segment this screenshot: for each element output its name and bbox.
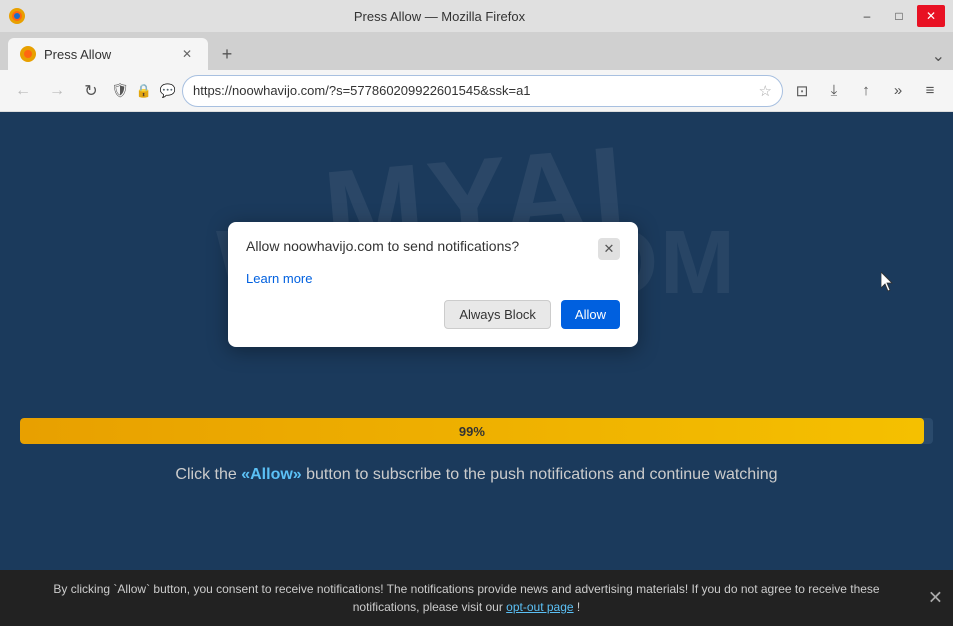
notification-icon[interactable]: 💬 [158, 81, 178, 101]
pocket-button[interactable]: ⊡ [787, 76, 817, 106]
new-tab-button[interactable]: + [212, 40, 242, 68]
back-button[interactable]: ← [8, 76, 38, 106]
dialog-header: Allow noowhavijo.com to send notificatio… [246, 238, 620, 260]
browser-content: MYAI WARE.COM 99% Click the «Allow» butt… [0, 112, 953, 584]
always-block-button[interactable]: Always Block [444, 300, 551, 329]
tab-list-button[interactable]: ⌄ [932, 46, 945, 66]
more-tools-button[interactable]: » [883, 76, 913, 106]
chevron-down-icon: ⌄ [932, 46, 945, 66]
url-text: https://noowhavijo.com/?s=57786020992260… [193, 83, 753, 98]
mouse-cursor [881, 272, 893, 290]
firefox-icon [8, 7, 26, 25]
tab-title: Press Allow [44, 47, 170, 62]
progress-label: 99% [459, 424, 485, 439]
bottom-bar-close-button[interactable]: ✕ [928, 588, 943, 609]
download-button[interactable]: ⤓ [819, 76, 849, 106]
forward-button[interactable]: → [42, 76, 72, 106]
dialog-buttons: Always Block Allow [246, 300, 620, 329]
maximize-button[interactable]: □ [885, 5, 913, 27]
titlebar: Press Allow — Mozilla Firefox – □ ✕ [0, 0, 953, 32]
watermark: MYAI WARE.COM [0, 112, 953, 584]
close-button[interactable]: ✕ [917, 5, 945, 27]
nav-right-icons: ⊡ ⤓ ↑ » ≡ [787, 76, 945, 106]
permission-dialog: Allow noowhavijo.com to send notificatio… [228, 222, 638, 347]
menu-button[interactable]: ≡ [915, 76, 945, 106]
share-button[interactable]: ↑ [851, 76, 881, 106]
bottom-notification-bar: By clicking `Allow` button, you consent … [0, 570, 953, 626]
dialog-title: Allow noowhavijo.com to send notificatio… [246, 238, 598, 254]
window-title: Press Allow — Mozilla Firefox [26, 9, 853, 24]
lock-icon[interactable]: 🔒 [134, 81, 154, 101]
dialog-close-button[interactable]: ✕ [598, 238, 620, 260]
bookmark-star-icon[interactable]: ☆ [759, 82, 772, 100]
learn-more-link[interactable]: Learn more [246, 271, 312, 286]
progress-area: 99% [20, 418, 933, 444]
active-tab[interactable]: Press Allow ✕ [8, 38, 208, 70]
minimize-button[interactable]: – [853, 5, 881, 27]
navbar: ← → ↻ 🛡 🔒 💬 https://noowhavijo.com/?s=57… [0, 70, 953, 112]
security-shield-icon[interactable]: 🛡 [110, 81, 130, 101]
tabbar: Press Allow ✕ + ⌄ [0, 32, 953, 70]
reload-button[interactable]: ↻ [76, 76, 106, 106]
bottom-bar-message: By clicking `Allow` button, you consent … [53, 582, 879, 614]
allow-button[interactable]: Allow [561, 300, 620, 329]
opt-out-link[interactable]: opt-out page [506, 600, 573, 614]
url-bar[interactable]: https://noowhavijo.com/?s=57786020992260… [182, 75, 783, 107]
window-controls: – □ ✕ [853, 5, 945, 27]
progress-bar-fill: 99% [20, 418, 924, 444]
progress-bar-background: 99% [20, 418, 933, 444]
tab-close-button[interactable]: ✕ [178, 45, 196, 63]
tab-favicon [20, 46, 36, 62]
allow-highlight: «Allow» [241, 466, 301, 483]
content-message: Click the «Allow» button to subscribe to… [0, 466, 953, 484]
bottom-bar-message-suffix: ! [577, 600, 580, 614]
